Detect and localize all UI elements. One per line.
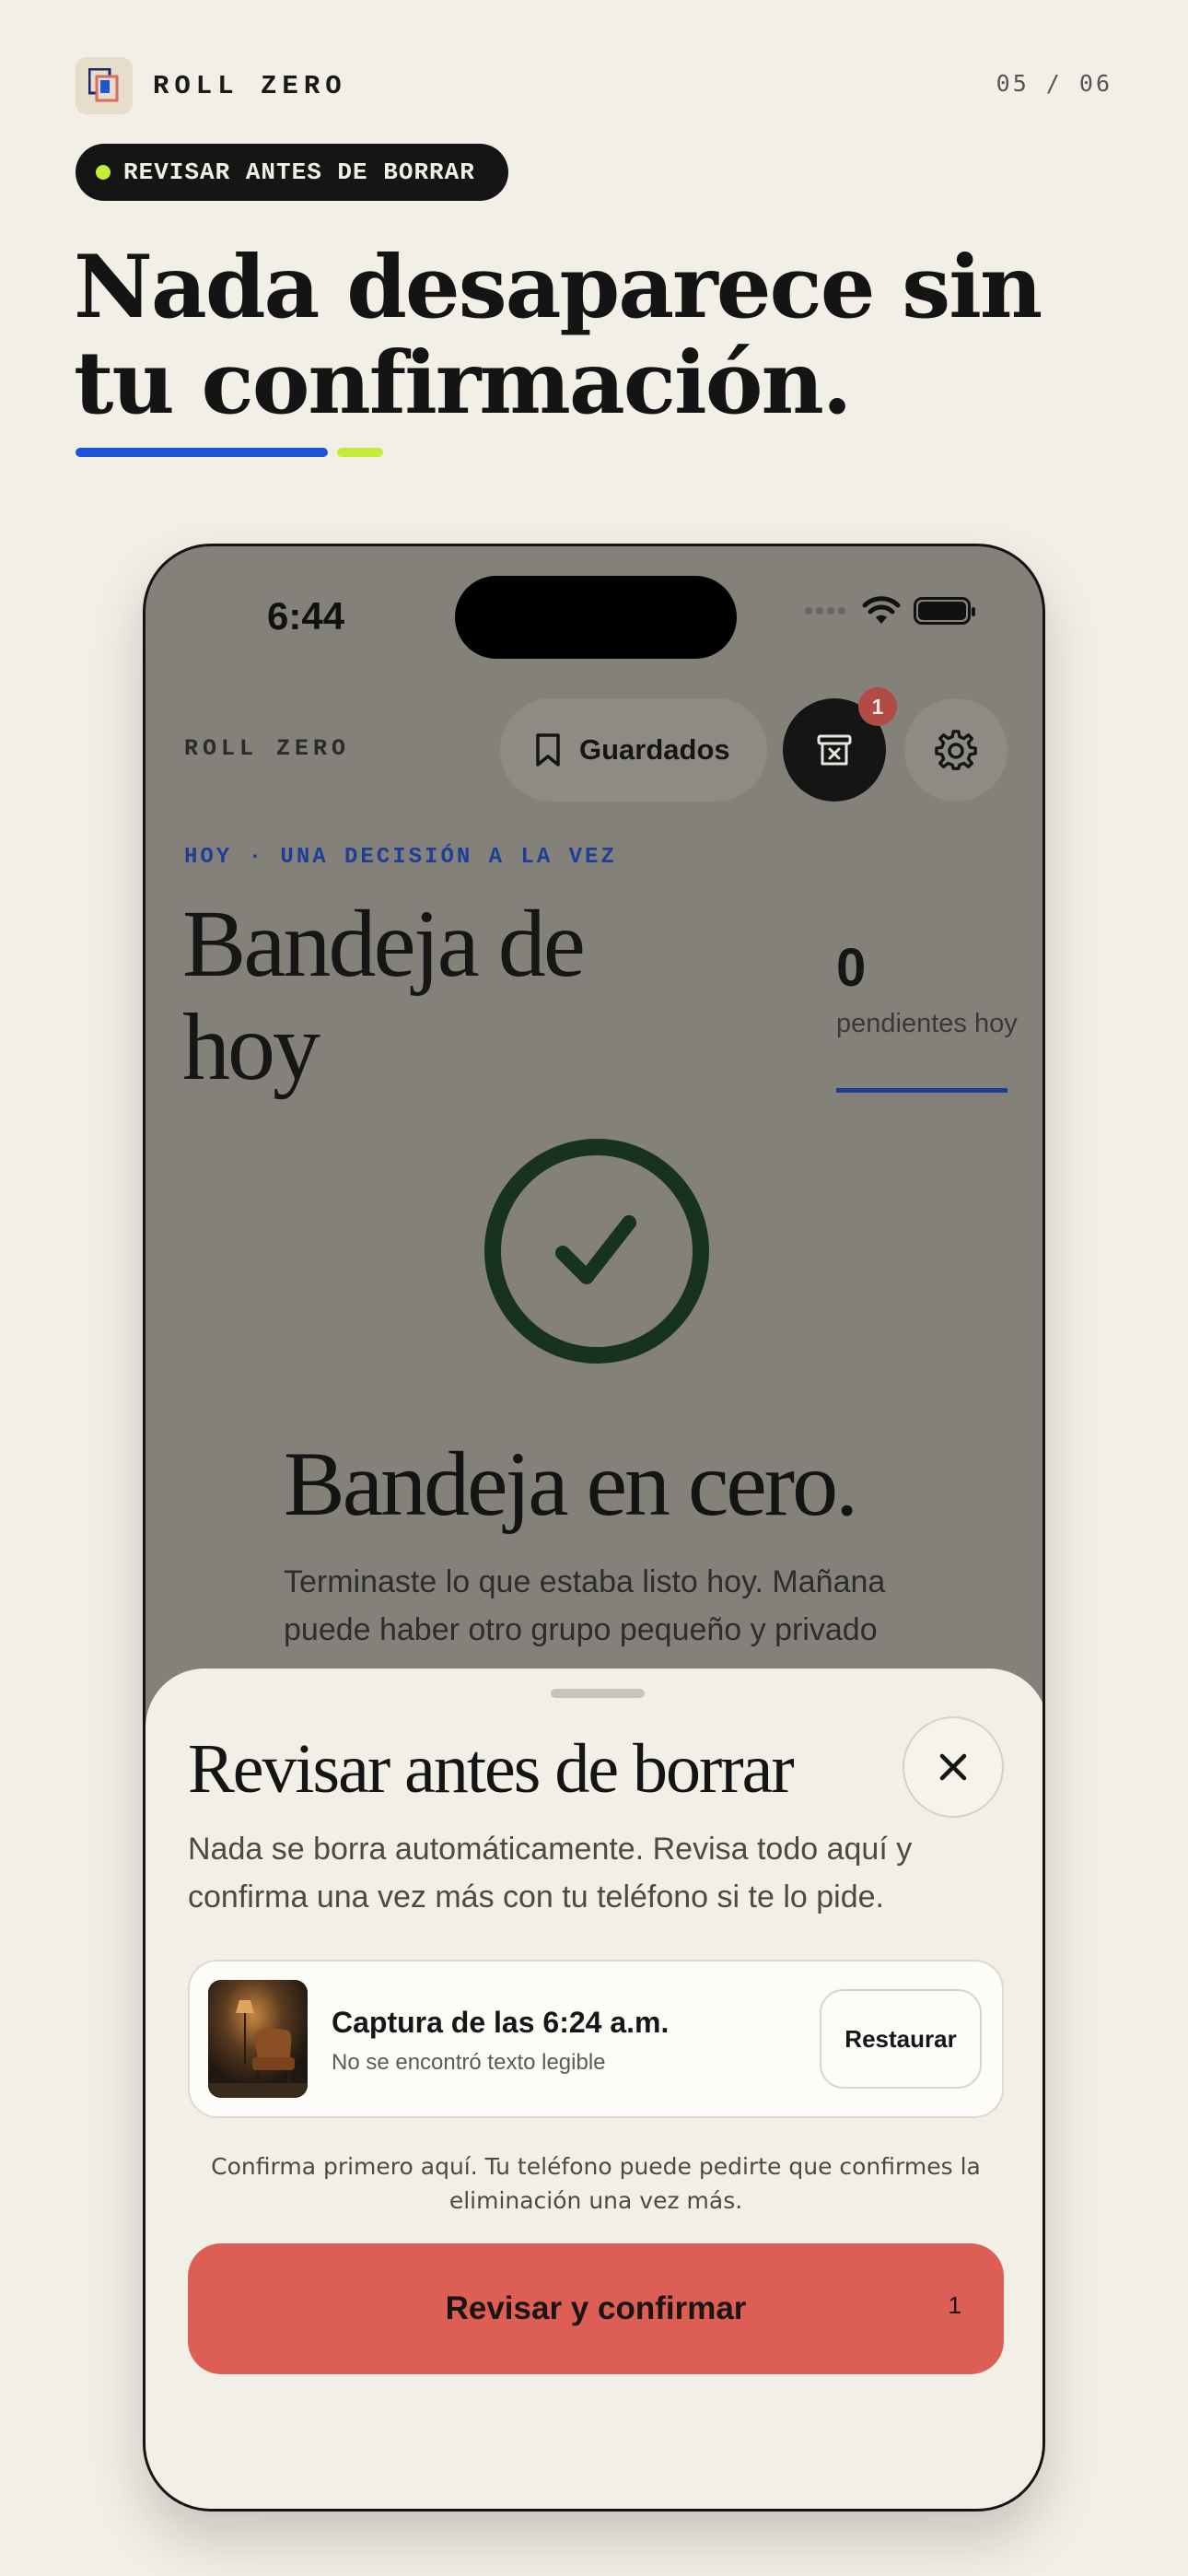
- bookmark-icon: [536, 733, 560, 767]
- page-title: Bandeja de hoy: [182, 891, 586, 1100]
- app-brand: ROLL ZERO: [184, 735, 351, 762]
- gear-icon: [935, 730, 977, 770]
- trash-x-icon: [817, 734, 852, 766]
- saved-button[interactable]: Guardados: [500, 698, 767, 802]
- page-counter: 05 / 06: [996, 70, 1112, 97]
- item-title: Captura de las 6:24 a.m.: [332, 2006, 670, 2039]
- sheet-title: Revisar antes de borrar: [188, 1730, 795, 1808]
- signal-icon: [805, 607, 845, 615]
- app-logo-icon: [76, 57, 133, 114]
- review-sheet: Revisar antes de borrar Nada se borra au…: [146, 1669, 1042, 2509]
- eyebrow-label: HOY · UNA DECISIÓN A LA VEZ: [184, 845, 617, 870]
- confirm-count: 1: [948, 2291, 961, 2319]
- review-confirm-button[interactable]: Revisar y confirmar 1: [188, 2243, 1004, 2374]
- battery-icon: [914, 597, 975, 625]
- pending-label: pendientes hoy: [836, 1009, 1018, 1038]
- saved-button-label: Guardados: [579, 733, 730, 766]
- close-button[interactable]: [903, 1716, 1004, 1818]
- status-icons: [805, 596, 975, 626]
- restore-button[interactable]: Restaurar: [820, 1989, 982, 2089]
- check-icon: [484, 1139, 709, 1364]
- list-item: Captura de las 6:24 a.m. No se encontró …: [188, 1960, 1004, 2118]
- trash-count-badge: 1: [858, 687, 897, 726]
- item-subtitle: No se encontró texto legible: [332, 2050, 606, 2075]
- brand: ROLL ZERO: [76, 57, 347, 114]
- empty-state-text: Terminaste lo que estaba listo hoy. Maña…: [284, 1564, 886, 1647]
- headline-underline-blue: [76, 448, 328, 457]
- confirm-button-label: Revisar y confirmar: [445, 2290, 747, 2326]
- pending-underline: [836, 1088, 1007, 1093]
- dynamic-island: [455, 576, 737, 659]
- brand-name: ROLL ZERO: [153, 70, 347, 101]
- close-icon: [939, 1753, 967, 1781]
- sheet-grabber[interactable]: [551, 1689, 645, 1698]
- pending-count: 0: [836, 938, 867, 998]
- sheet-description: Nada se borra automáticamente. Revisa to…: [188, 1832, 913, 1914]
- wifi-icon: [862, 596, 901, 624]
- pill-label: REVISAR ANTES DE BORRAR: [123, 158, 475, 186]
- empty-state-title: Bandeja en cero.: [284, 1433, 858, 1535]
- status-time: 6:44: [267, 594, 345, 638]
- phone-mockup: 6:44 ROLL ZERO Guardados 1 HOY · UNA DEC…: [143, 544, 1045, 2512]
- item-thumbnail: [208, 1980, 308, 2098]
- pill-dot: [96, 165, 111, 180]
- sheet-note: Confirma primero aquí. Tu teléfono puede…: [211, 2153, 981, 2214]
- section-pill: REVISAR ANTES DE BORRAR: [76, 144, 508, 201]
- headline-underline-lime: [337, 448, 383, 457]
- settings-button[interactable]: [904, 698, 1007, 802]
- headline: Nada desaparece sin tu confirmación.: [74, 237, 1042, 434]
